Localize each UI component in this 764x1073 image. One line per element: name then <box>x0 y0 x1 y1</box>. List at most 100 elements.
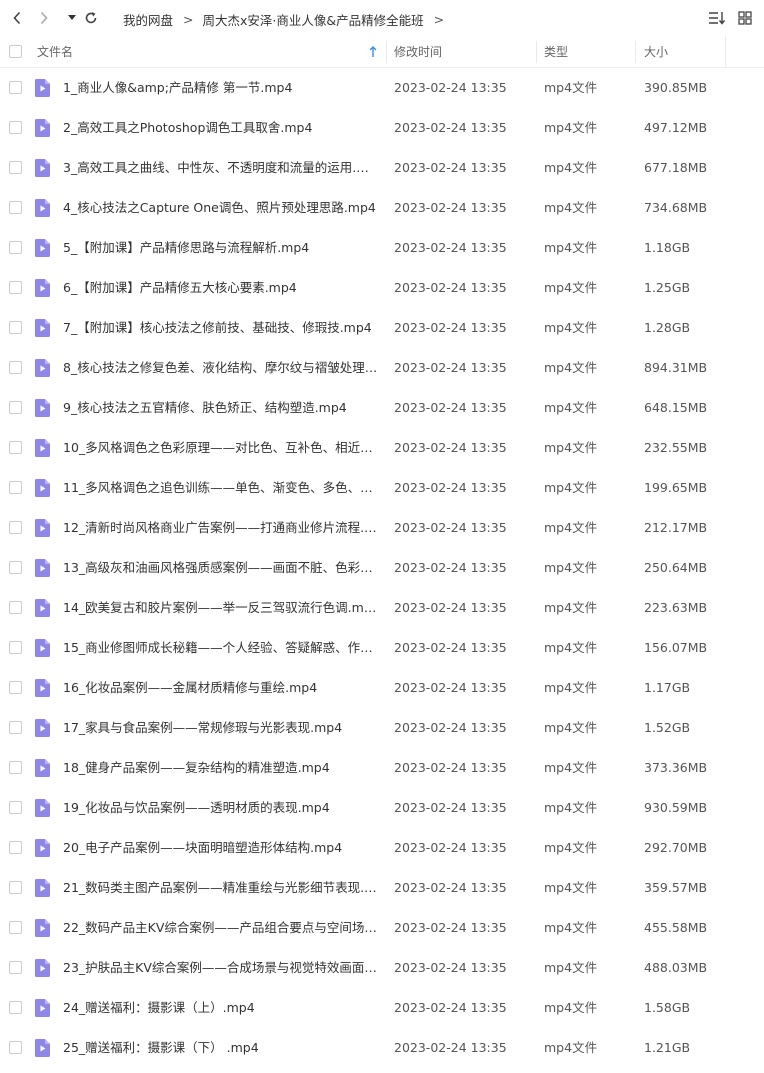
column-size-header[interactable]: 大小 <box>644 36 668 68</box>
file-name[interactable]: 2_高效工具之Photoshop调色工具取舍.mp4 <box>63 108 379 148</box>
grid-view-icon[interactable] <box>735 9 755 27</box>
file-name[interactable]: 1_商业人像&amp;产品精修 第一节.mp4 <box>63 68 379 108</box>
file-name[interactable]: 10_多风格调色之色彩原理——对比色、互补色、相近色... <box>63 428 379 468</box>
file-name[interactable]: 16_化妆品案例——金属材质精修与重绘.mp4 <box>63 668 379 708</box>
sort-list-icon[interactable] <box>707 9 727 27</box>
row-checkbox[interactable] <box>9 961 22 974</box>
file-row[interactable]: 19_化妆品与饮品案例——透明材质的表现.mp4 2023-02-24 13:35… <box>0 788 764 828</box>
breadcrumb-current-folder[interactable]: 周大杰x安泽·商业人像&产品精修全能班 <box>203 10 424 29</box>
row-checkbox[interactable] <box>9 881 22 894</box>
file-row[interactable]: 14_欧美复古和胶片案例——举一反三驾驭流行色调.mp4 2023-02-24 1… <box>0 588 764 628</box>
file-name[interactable]: 21_数码类主图产品案例——精准重绘与光影细节表现.m... <box>63 868 379 908</box>
row-checkbox[interactable] <box>9 521 22 534</box>
row-checkbox[interactable] <box>9 281 22 294</box>
file-row[interactable]: 8_核心技法之修复色差、液化结构、摩尔纹与褶皱处理.m... 2023-02-24… <box>0 348 764 388</box>
dropdown-caret-icon[interactable] <box>63 9 81 27</box>
file-row[interactable]: 2_高效工具之Photoshop调色工具取舍.mp4 2023-02-24 13:… <box>0 108 764 148</box>
row-checkbox[interactable] <box>9 721 22 734</box>
row-checkbox[interactable] <box>9 1041 22 1054</box>
file-row[interactable]: 25_赠送福利：摄影课（下） .mp4 2023-02-24 13:35 mp4文件… <box>0 1028 764 1068</box>
row-checkbox[interactable] <box>9 681 22 694</box>
chevron-right-icon[interactable] <box>35 9 53 27</box>
file-row[interactable]: 12_清新时尚风格商业广告案例——打通商业修片流程.m... 2023-02-24… <box>0 508 764 548</box>
row-checkbox[interactable] <box>9 401 22 414</box>
file-name[interactable]: 4_核心技法之Capture One调色、照片预处理思路.mp4 <box>63 188 379 228</box>
column-modified-header[interactable]: 修改时间 <box>394 36 442 68</box>
file-name[interactable]: 19_化妆品与饮品案例——透明材质的表现.mp4 <box>63 788 379 828</box>
file-name[interactable]: 14_欧美复古和胶片案例——举一反三驾驭流行色调.mp4 <box>63 588 379 628</box>
file-type: mp4文件 <box>544 80 598 95</box>
row-checkbox[interactable] <box>9 241 22 254</box>
file-row[interactable]: 7_【附加课】核心技法之修前技、基础技、修瑕技.mp4 2023-02-24 13… <box>0 308 764 348</box>
file-row[interactable]: 13_高级灰和油画风格强质感案例——画面不脏、色彩不... 2023-02-24 … <box>0 548 764 588</box>
row-checkbox[interactable] <box>9 121 22 134</box>
file-size: 199.65MB <box>644 480 708 495</box>
column-divider[interactable] <box>536 41 537 63</box>
row-checkbox[interactable] <box>9 841 22 854</box>
breadcrumb-root[interactable]: 我的网盘 <box>123 10 173 29</box>
column-type-header[interactable]: 类型 <box>544 36 568 68</box>
arrow-up-icon[interactable] <box>368 36 378 68</box>
row-checkbox[interactable] <box>9 801 22 814</box>
file-row[interactable]: 3_高效工具之曲线、中性灰、不透明度和流量的运用.mp4 2023-02-24 1… <box>0 148 764 188</box>
column-name-header[interactable]: 文件名 <box>37 36 73 68</box>
file-modified-time: 2023-02-24 13:35 <box>394 520 507 535</box>
file-type: mp4文件 <box>544 120 598 135</box>
row-checkbox[interactable] <box>9 921 22 934</box>
file-name[interactable]: 8_核心技法之修复色差、液化结构、摩尔纹与褶皱处理.m... <box>63 348 379 388</box>
row-checkbox[interactable] <box>9 481 22 494</box>
file-row[interactable]: 10_多风格调色之色彩原理——对比色、互补色、相近色... 2023-02-24 … <box>0 428 764 468</box>
file-name[interactable]: 17_家具与食品案例——常规修瑕与光影表现.mp4 <box>63 708 379 748</box>
column-divider[interactable] <box>386 41 387 63</box>
file-name[interactable]: 18_健身产品案例——复杂结构的精准塑造.mp4 <box>63 748 379 788</box>
row-checkbox[interactable] <box>9 561 22 574</box>
file-name[interactable]: 6_【附加课】产品精修五大核心要素.mp4 <box>63 268 379 308</box>
file-row[interactable]: 6_【附加课】产品精修五大核心要素.mp4 2023-02-24 13:35 mp4… <box>0 268 764 308</box>
column-divider[interactable] <box>635 41 636 63</box>
file-name[interactable]: 12_清新时尚风格商业广告案例——打通商业修片流程.m... <box>63 508 379 548</box>
file-name[interactable]: 15_商业修图师成长秘籍——个人经验、答疑解惑、作业... <box>63 628 379 668</box>
file-name[interactable]: 25_赠送福利：摄影课（下） .mp4 <box>63 1028 379 1068</box>
file-name[interactable]: 23_护肤品主KV综合案例——合成场景与视觉特效画面处... <box>63 948 379 988</box>
row-checkbox[interactable] <box>9 161 22 174</box>
select-all-checkbox[interactable] <box>9 45 22 58</box>
file-name[interactable]: 22_数码产品主KV综合案例——产品组合要点与空间场景... <box>63 908 379 948</box>
row-checkbox[interactable] <box>9 761 22 774</box>
row-checkbox[interactable] <box>9 441 22 454</box>
row-checkbox[interactable] <box>9 201 22 214</box>
file-name[interactable]: 3_高效工具之曲线、中性灰、不透明度和流量的运用.mp4 <box>63 148 379 188</box>
file-row[interactable]: 17_家具与食品案例——常规修瑕与光影表现.mp4 2023-02-24 13:3… <box>0 708 764 748</box>
file-row[interactable]: 11_多风格调色之追色训练——单色、渐变色、多色、暗... 2023-02-24 … <box>0 468 764 508</box>
file-name[interactable]: 11_多风格调色之追色训练——单色、渐变色、多色、暗... <box>63 468 379 508</box>
file-row[interactable]: 22_数码产品主KV综合案例——产品组合要点与空间场景... 2023-02-24… <box>0 908 764 948</box>
file-type: mp4文件 <box>544 960 598 975</box>
file-name[interactable]: 24_赠送福利：摄影课（上）.mp4 <box>63 988 379 1028</box>
file-row[interactable]: 20_电子产品案例——块面明暗塑造形体结构.mp4 2023-02-24 13:3… <box>0 828 764 868</box>
file-row[interactable]: 21_数码类主图产品案例——精准重绘与光影细节表现.m... 2023-02-24… <box>0 868 764 908</box>
row-checkbox[interactable] <box>9 81 22 94</box>
file-name[interactable]: 7_【附加课】核心技法之修前技、基础技、修瑕技.mp4 <box>63 308 379 348</box>
file-name[interactable]: 20_电子产品案例——块面明暗塑造形体结构.mp4 <box>63 828 379 868</box>
row-checkbox[interactable] <box>9 361 22 374</box>
file-row[interactable]: 16_化妆品案例——金属材质精修与重绘.mp4 2023-02-24 13:35 m… <box>0 668 764 708</box>
file-row[interactable]: 4_核心技法之Capture One调色、照片预处理思路.mp4 2023-02-… <box>0 188 764 228</box>
column-divider[interactable] <box>725 36 726 68</box>
row-checkbox[interactable] <box>9 1001 22 1014</box>
file-row[interactable]: 1_商业人像&amp;产品精修 第一节.mp4 2023-02-24 13:35 m… <box>0 68 764 108</box>
row-checkbox[interactable] <box>9 601 22 614</box>
file-row[interactable]: 9_核心技法之五官精修、肤色矫正、结构塑造.mp4 2023-02-24 13:3… <box>0 388 764 428</box>
row-checkbox[interactable] <box>9 321 22 334</box>
file-name[interactable]: 5_【附加课】产品精修思路与流程解析.mp4 <box>63 228 379 268</box>
refresh-icon[interactable] <box>82 9 100 27</box>
file-name[interactable]: 9_核心技法之五官精修、肤色矫正、结构塑造.mp4 <box>63 388 379 428</box>
file-row[interactable]: 15_商业修图师成长秘籍——个人经验、答疑解惑、作业... 2023-02-24 … <box>0 628 764 668</box>
file-modified-time: 2023-02-24 13:35 <box>394 680 507 695</box>
file-row[interactable]: 23_护肤品主KV综合案例——合成场景与视觉特效画面处... 2023-02-24… <box>0 948 764 988</box>
file-row[interactable]: 18_健身产品案例——复杂结构的精准塑造.mp4 2023-02-24 13:35… <box>0 748 764 788</box>
file-row[interactable]: 5_【附加课】产品精修思路与流程解析.mp4 2023-02-24 13:35 mp… <box>0 228 764 268</box>
file-type: mp4文件 <box>544 560 598 575</box>
file-name[interactable]: 13_高级灰和油画风格强质感案例——画面不脏、色彩不... <box>63 548 379 588</box>
row-checkbox[interactable] <box>9 641 22 654</box>
chevron-left-icon[interactable] <box>8 9 26 27</box>
file-row[interactable]: 24_赠送福利：摄影课（上）.mp4 2023-02-24 13:35 mp4文件 1… <box>0 988 764 1028</box>
